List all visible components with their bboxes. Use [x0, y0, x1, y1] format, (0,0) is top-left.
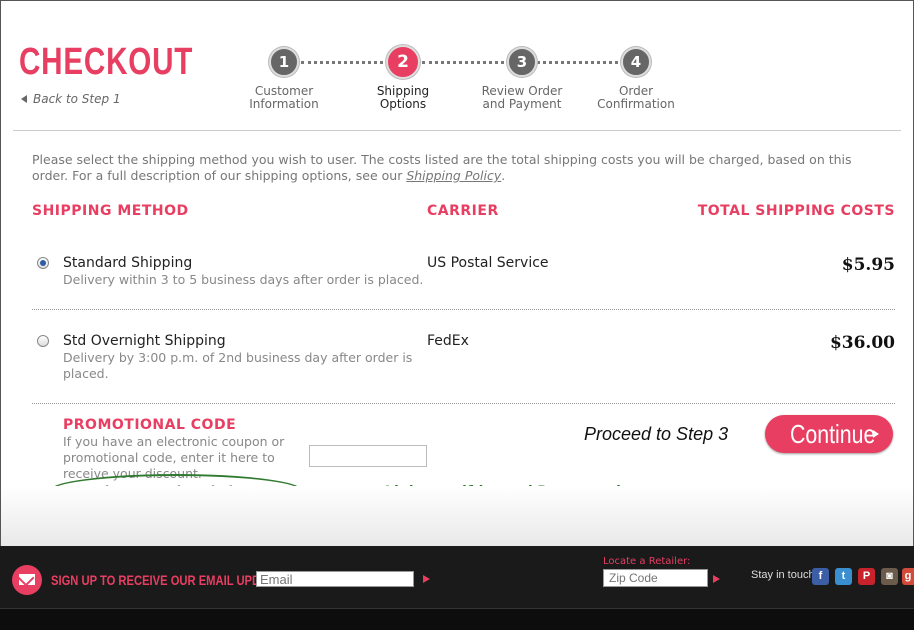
step-label: Customer Information [249, 84, 319, 111]
overnight-shipping-radio[interactable] [37, 335, 49, 347]
facebook-icon[interactable]: f [812, 568, 829, 585]
shipping-instructions: Please select the shipping method you wi… [32, 152, 852, 183]
shipping-price: $36.00 [829, 333, 895, 353]
shipping-policy-link[interactable]: Shipping Policy [406, 168, 501, 183]
twitter-icon[interactable]: t [835, 568, 852, 585]
pinterest-icon[interactable]: P [858, 568, 875, 585]
promo-code-input[interactable] [309, 445, 427, 467]
row-divider [32, 403, 895, 404]
stay-in-touch-label: Stay in touch [751, 569, 815, 581]
google-plus-icon[interactable]: g [902, 568, 914, 585]
instagram-icon[interactable]: ◙ [881, 568, 898, 585]
back-to-step-1-link[interactable]: Back to Step 1 [21, 92, 121, 106]
footer-bottom-bar [0, 608, 914, 630]
method-name: Std Overnight Shipping [63, 333, 226, 349]
step-customer-information[interactable]: 1 Customer Information [234, 47, 334, 111]
step-number: 2 [386, 45, 420, 79]
promo-title: PROMOTIONAL CODE [63, 417, 237, 433]
column-header-shipping-method: SHIPPING METHOD [32, 203, 189, 219]
header-divider [13, 130, 901, 131]
locate-retailer-label: Locate a Retailer: [603, 556, 691, 567]
step-order-confirmation: 4 Order Confirmation [586, 47, 686, 111]
step-number: 4 [621, 47, 651, 77]
step-label: Order Confirmation [597, 84, 675, 111]
annotation-ellipse [49, 474, 303, 508]
zip-code-input[interactable] [603, 569, 708, 587]
carrier-name: FedEx [427, 333, 469, 349]
standard-shipping-radio[interactable] [37, 257, 49, 269]
annotation-label: Link to self-hosted Promo code page [384, 484, 674, 500]
step-label: Review Order and Payment [481, 84, 563, 111]
email-signup-label: SIGN UP TO RECEIVE OUR EMAIL UPDATES [51, 572, 290, 588]
site-footer: SIGN UP TO RECEIVE OUR EMAIL UPDATES Loc… [0, 546, 914, 630]
email-submit-arrow-icon[interactable] [423, 575, 430, 583]
back-arrow-icon [21, 95, 27, 103]
column-header-carrier: CARRIER [427, 203, 499, 219]
column-header-total-shipping-costs: TOTAL SHIPPING COSTS [697, 203, 895, 219]
checkout-panel: CHECKOUT Back to Step 1 1 Customer Inform… [0, 0, 914, 546]
proceed-label: Proceed to Step 3 [584, 424, 729, 444]
find-one-now-link[interactable]: Find one now [201, 483, 295, 498]
page-title: CHECKOUT [19, 41, 194, 83]
method-description: Delivery within 3 to 5 business days aft… [63, 272, 424, 287]
zip-submit-arrow-icon[interactable] [713, 575, 720, 583]
checkout-stepper: 1 Customer Information 2 Shipping Options … [241, 45, 691, 117]
shipping-price: $5.95 [841, 255, 895, 275]
mail-icon [12, 565, 42, 595]
carrier-name: US Postal Service [427, 255, 549, 271]
method-description: Delivery by 3:00 p.m. of 2nd business da… [63, 350, 413, 381]
continue-button[interactable]: Continue [765, 415, 893, 453]
step-label: Shipping Options [376, 84, 430, 111]
row-divider [32, 309, 895, 310]
arrow-right-icon [873, 430, 879, 438]
email-signup-input[interactable] [256, 571, 414, 587]
annotation-arrow-head-icon [307, 488, 315, 496]
step-review-order: 3 Review Order and Payment [472, 47, 572, 111]
annotation-arrow [313, 492, 377, 493]
step-number: 1 [269, 47, 299, 77]
step-number: 3 [507, 47, 537, 77]
method-name: Standard Shipping [63, 255, 193, 271]
find-code-text: Don't have a code? Find one now! [63, 483, 302, 498]
step-shipping-options: 2 Shipping Options [353, 45, 453, 111]
